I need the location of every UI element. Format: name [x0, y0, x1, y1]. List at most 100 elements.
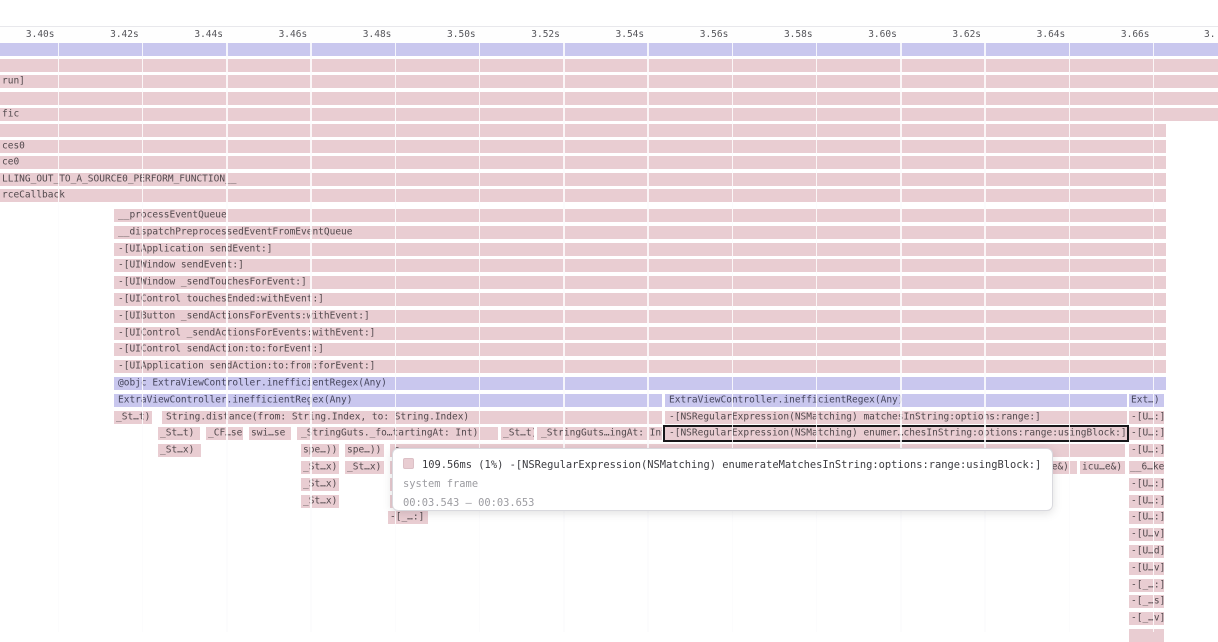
flame-bar-label: -[UIControl touchesEnded:withEvent:]: [118, 293, 324, 306]
flame-bar[interactable]: -[_…v]: [1129, 612, 1164, 625]
flame-bar[interactable]: ces0: [0, 140, 1166, 153]
gridline-overlay: [732, 43, 734, 632]
flame-bar[interactable]: ce0: [0, 156, 1166, 169]
flame-bar[interactable]: ExtraViewController.inefficientRegex(Any…: [665, 394, 1127, 407]
gridline-overlay: [1069, 43, 1071, 632]
flame-bar[interactable]: __processEventQueue: [114, 209, 1166, 222]
gridline-overlay: [226, 43, 228, 632]
flame-bar-label: __6…ke: [1130, 461, 1164, 474]
flame-bar[interactable]: rceCallback: [0, 189, 1166, 202]
flame-bar[interactable]: _St…x): [158, 444, 201, 457]
flame-bar[interactable]: _St…x): [345, 461, 384, 474]
flame-bar[interactable]: -[NSRegularExpression(NSMatching) matche…: [665, 411, 1127, 424]
flame-bar[interactable]: _StringGuts._fo…tartingAt: Int): [297, 427, 498, 440]
flame-bar[interactable]: [0, 124, 1166, 137]
flame-bar[interactable]: -[_…s]: [1129, 595, 1164, 608]
flame-bar-label: ce0: [2, 156, 19, 169]
flame-bar-label: LLING_OUT_TO_A_SOURCE0_PERFORM_FUNCTION_…: [2, 173, 237, 186]
flame-bar-label: -[_…:]: [1131, 579, 1164, 592]
flame-bar-label: _CF…se: [208, 427, 242, 440]
flame-bar-label: @objc ExtraViewController.inefficientReg…: [118, 377, 387, 390]
flame-bar[interactable]: [1129, 629, 1164, 642]
flame-bar[interactable]: -[U…:]: [1129, 495, 1164, 508]
flame-bar[interactable]: -[UIApplication sendAction:to:from:forEv…: [114, 360, 1166, 373]
flame-bar[interactable]: -[U…:]: [1129, 444, 1164, 457]
gridline-overlay: [816, 43, 818, 632]
flame-bar[interactable]: run]: [0, 75, 1218, 88]
flame-bar[interactable]: _St…x): [301, 495, 339, 508]
flame-bar[interactable]: -[U…d]: [1129, 545, 1164, 558]
flame-bar-label: rceCallback: [2, 189, 65, 202]
flame-bar[interactable]: String.distance(from: String.Index, to: …: [162, 411, 662, 424]
flame-bar-label: -[U…d]: [1131, 545, 1164, 558]
flame-bar-label: ExtraViewController.inefficientRegex(Any…: [669, 394, 904, 407]
flame-bar[interactable]: -[U…:]: [1129, 478, 1164, 491]
flame-bar-label: fic: [2, 108, 19, 121]
flame-bar-label: -[UIControl _sendActionsForEvents:withEv…: [118, 327, 375, 340]
flame-bar-label: -[UIControl sendAction:to:forEvent:]: [118, 343, 324, 356]
flame-bar-label: __processEventQueue: [118, 209, 227, 222]
flame-bar[interactable]: _St…t): [114, 411, 152, 424]
flame-bar-label: _St…x): [303, 495, 337, 508]
flame-bar[interactable]: [0, 59, 1218, 72]
flame-bar[interactable]: -[U…v]: [1129, 528, 1164, 541]
flame-bar[interactable]: icu…e&): [1080, 461, 1125, 474]
gridline-overlay: [900, 43, 902, 632]
flame-bar[interactable]: -[UIWindow sendEvent:]: [114, 259, 1166, 272]
flame-bar[interactable]: swi…se: [249, 427, 291, 440]
flame-bar[interactable]: Ext…): [1129, 394, 1164, 407]
flame-bar[interactable]: -[U…:]: [1129, 511, 1164, 524]
gridline-overlay: [984, 43, 986, 632]
flame-bar-label: String.distance(from: String.Index, to: …: [166, 411, 469, 424]
flame-bar[interactable]: -[_…:]: [1129, 579, 1164, 592]
flame-bar[interactable]: -[U…v]: [1129, 562, 1164, 575]
flame-bar[interactable]: _St…t): [158, 427, 200, 440]
flame-bar[interactable]: [0, 43, 1218, 56]
flame-bar[interactable]: -[UIControl _sendActionsForEvents:withEv…: [114, 327, 1166, 340]
flame-bar-label: _St…t): [116, 411, 150, 424]
flame-bar-label: spe…)): [303, 444, 337, 457]
frame-color-swatch-icon: [403, 458, 414, 469]
flame-bar-label: swi…se: [251, 427, 285, 440]
flame-bar-label: -[U…:]: [1131, 511, 1164, 524]
flame-bar[interactable]: __6…ke: [1129, 461, 1164, 474]
gridline-overlay: [58, 43, 60, 632]
flame-bar[interactable]: spe…)): [345, 444, 384, 457]
hover-tooltip: 109.56ms (1%) -[NSRegularExpression(NSMa…: [392, 448, 1053, 511]
flame-bar-label: run]: [2, 75, 25, 88]
flame-bar[interactable]: _CF…se: [206, 427, 243, 440]
flame-bar-label: _StringGuts…ingAt: Int): [541, 427, 662, 440]
flame-bar[interactable]: _St…t): [501, 427, 534, 440]
flame-bar[interactable]: _St…x): [301, 461, 339, 474]
flame-bar[interactable]: ExtraViewController.inefficientRegex(Any…: [114, 394, 662, 407]
flame-bar[interactable]: __dispatchPreprocessedEventFromEventQueu…: [114, 226, 1166, 239]
flame-bar[interactable]: -[U…:]: [1129, 411, 1164, 424]
flame-bar[interactable]: -[U…:]: [1129, 427, 1164, 440]
flame-bar-label: Ext…): [1131, 394, 1160, 407]
flame-bar-label: -[_…s]: [1131, 595, 1164, 608]
flame-bar[interactable]: -[UIWindow _sendTouchesForEvent:]: [114, 276, 1166, 289]
flame-bar-label: __dispatchPreprocessedEventFromEventQueu…: [118, 226, 353, 239]
flame-bar-label: _St…x): [347, 461, 381, 474]
flame-bar-selected[interactable]: -[NSRegularExpression(NSMatching) enumer…: [665, 427, 1127, 440]
flame-bar[interactable]: _St…x): [301, 478, 339, 491]
flame-bar[interactable]: fic: [0, 108, 1218, 121]
flame-bar[interactable]: -[UIControl sendAction:to:forEvent:]: [114, 343, 1166, 356]
flame-bar[interactable]: -[UIButton _sendActionsForEvents:withEve…: [114, 310, 1166, 323]
flame-bar[interactable]: -[UIApplication sendEvent:]: [114, 243, 1166, 256]
flame-bar[interactable]: [0, 92, 1218, 105]
flame-bar-label: spe…)): [347, 444, 381, 457]
instruments-flame-chart: 3.40s3.42s3.44s3.46s3.48s3.50s3.52s3.54s…: [0, 0, 1218, 632]
flame-bar-label: -[NSRegularExpression(NSMatching) enumer…: [669, 427, 1127, 440]
flame-bar[interactable]: -[UIControl touchesEnded:withEvent:]: [114, 293, 1166, 306]
flame-bar[interactable]: _StringGuts…ingAt: Int): [537, 427, 662, 440]
flame-bar[interactable]: @objc ExtraViewController.inefficientReg…: [114, 377, 1166, 390]
gridline-overlay: [310, 43, 312, 632]
flame-bar-label: _StringGuts._fo…tartingAt: Int): [301, 427, 478, 440]
flame-bar[interactable]: LLING_OUT_TO_A_SOURCE0_PERFORM_FUNCTION_…: [0, 173, 1166, 186]
flame-bar-label: ExtraViewController.inefficientRegex(Any…: [118, 394, 353, 407]
gridline-overlay: [479, 43, 481, 632]
gridline-overlay: [395, 43, 397, 632]
flame-bar[interactable]: spe…)): [301, 444, 339, 457]
flame-bar-label: -[UIWindow _sendTouchesForEvent:]: [118, 276, 307, 289]
